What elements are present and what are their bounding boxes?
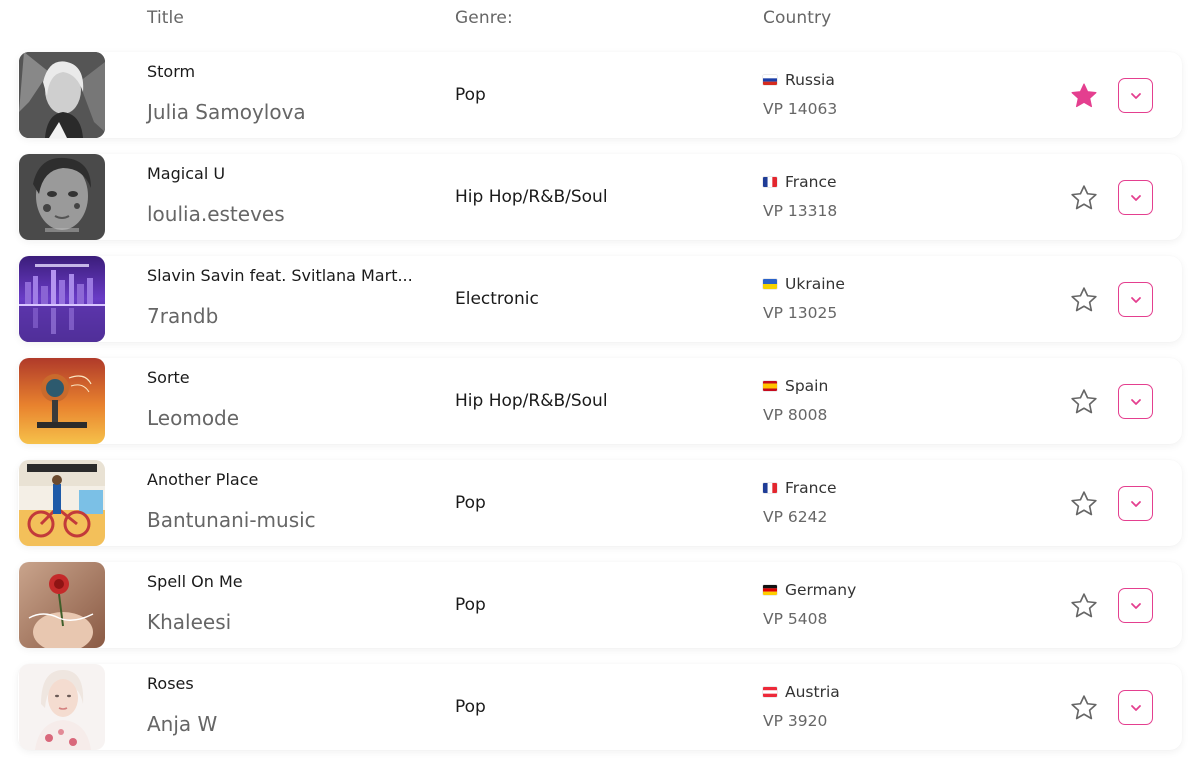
- favorite-star-icon[interactable]: [1069, 693, 1099, 723]
- favorite-star-icon-filled[interactable]: [1069, 81, 1099, 111]
- chevron-down-icon: [1130, 602, 1141, 609]
- country-label: France: [763, 479, 837, 497]
- song-title[interactable]: Slavin Savin feat. Svitlana Mart...: [147, 266, 417, 285]
- vp-number: VP 13318: [763, 202, 838, 220]
- song-title[interactable]: Another Place: [147, 470, 417, 489]
- song-row[interactable]: Storm Julia Samoylova Pop Russia VP 1406…: [18, 52, 1182, 138]
- favorite-star-icon[interactable]: [1069, 183, 1099, 213]
- country-name: France: [785, 173, 837, 191]
- favorite-star-icon[interactable]: [1069, 489, 1099, 519]
- song-list-page: Title Genre: Country Storm Julia Samoylo…: [0, 0, 1200, 765]
- artist-name[interactable]: 7randb: [147, 304, 218, 328]
- cover-art-image[interactable]: [19, 358, 105, 444]
- expand-row-button[interactable]: [1118, 384, 1153, 419]
- favorite-star-icon[interactable]: [1069, 387, 1099, 417]
- country-label: Austria: [763, 683, 840, 701]
- vp-number: VP 6242: [763, 508, 828, 526]
- favorite-star-icon[interactable]: [1069, 591, 1099, 621]
- vp-number: VP 3920: [763, 712, 828, 730]
- song-title[interactable]: Spell On Me: [147, 572, 417, 591]
- cover-art-image[interactable]: [19, 460, 105, 546]
- chevron-down-icon: [1130, 398, 1141, 405]
- favorite-star-icon[interactable]: [1069, 285, 1099, 315]
- artist-name[interactable]: Anja W: [147, 712, 217, 736]
- song-title[interactable]: Roses: [147, 674, 417, 693]
- cover-art-image[interactable]: [19, 664, 105, 750]
- country-name: Russia: [785, 71, 835, 89]
- genre-label: Hip Hop/R&B/Soul: [455, 391, 608, 411]
- france-flag-icon: [763, 177, 777, 187]
- cover-art-image[interactable]: [19, 154, 105, 240]
- country-label: Spain: [763, 377, 828, 395]
- artist-name[interactable]: Julia Samoylova: [147, 100, 306, 124]
- country-name: Ukraine: [785, 275, 845, 293]
- song-title[interactable]: Sorte: [147, 368, 417, 387]
- vp-number: VP 14063: [763, 100, 838, 118]
- song-row[interactable]: Another Place Bantunani-music Pop France…: [18, 460, 1182, 546]
- song-list: Storm Julia Samoylova Pop Russia VP 1406…: [18, 52, 1182, 765]
- cover-art-image[interactable]: [19, 52, 105, 138]
- expand-row-button[interactable]: [1118, 588, 1153, 623]
- chevron-down-icon: [1130, 92, 1141, 99]
- column-header-title: Title: [147, 8, 184, 28]
- genre-label: Pop: [455, 493, 486, 513]
- expand-row-button[interactable]: [1118, 78, 1153, 113]
- country-label: Germany: [763, 581, 856, 599]
- country-label: Ukraine: [763, 275, 845, 293]
- genre-label: Electronic: [455, 289, 539, 309]
- spain-flag-icon: [763, 381, 777, 391]
- genre-label: Pop: [455, 595, 486, 615]
- chevron-down-icon: [1130, 296, 1141, 303]
- column-header-country: Country: [763, 8, 832, 28]
- chevron-down-icon: [1130, 194, 1141, 201]
- song-row[interactable]: Spell On Me Khaleesi Pop Germany VP 5408: [18, 562, 1182, 648]
- austria-flag-icon: [763, 687, 777, 697]
- song-title[interactable]: Magical U: [147, 164, 417, 183]
- country-label: Russia: [763, 71, 835, 89]
- expand-row-button[interactable]: [1118, 282, 1153, 317]
- artist-name[interactable]: Leomode: [147, 406, 239, 430]
- table-header: Title Genre: Country: [0, 0, 1200, 40]
- song-row[interactable]: Slavin Savin feat. Svitlana Mart... 7ran…: [18, 256, 1182, 342]
- genre-label: Pop: [455, 697, 486, 717]
- expand-row-button[interactable]: [1118, 486, 1153, 521]
- germany-flag-icon: [763, 585, 777, 595]
- artist-name[interactable]: Bantunani-music: [147, 508, 316, 532]
- song-row[interactable]: Roses Anja W Pop Austria VP 3920: [18, 664, 1182, 750]
- genre-label: Pop: [455, 85, 486, 105]
- france-flag-icon: [763, 483, 777, 493]
- vp-number: VP 8008: [763, 406, 828, 424]
- cover-art-image[interactable]: [19, 562, 105, 648]
- song-row[interactable]: Sorte Leomode Hip Hop/R&B/Soul Spain VP …: [18, 358, 1182, 444]
- artist-name[interactable]: Khaleesi: [147, 610, 231, 634]
- song-title[interactable]: Storm: [147, 62, 417, 81]
- vp-number: VP 13025: [763, 304, 838, 322]
- expand-row-button[interactable]: [1118, 180, 1153, 215]
- song-row[interactable]: Magical U loulia.esteves Hip Hop/R&B/Sou…: [18, 154, 1182, 240]
- expand-row-button[interactable]: [1118, 690, 1153, 725]
- country-name: France: [785, 479, 837, 497]
- country-name: Austria: [785, 683, 840, 701]
- vp-number: VP 5408: [763, 610, 828, 628]
- cover-art-image[interactable]: [19, 256, 105, 342]
- chevron-down-icon: [1130, 704, 1141, 711]
- genre-label: Hip Hop/R&B/Soul: [455, 187, 608, 207]
- russia-flag-icon: [763, 75, 777, 85]
- artist-name[interactable]: loulia.esteves: [147, 202, 285, 226]
- ukraine-flag-icon: [763, 279, 777, 289]
- column-header-genre: Genre:: [455, 8, 513, 28]
- country-label: France: [763, 173, 837, 191]
- country-name: Spain: [785, 377, 829, 395]
- country-name: Germany: [785, 581, 857, 599]
- chevron-down-icon: [1130, 500, 1141, 507]
